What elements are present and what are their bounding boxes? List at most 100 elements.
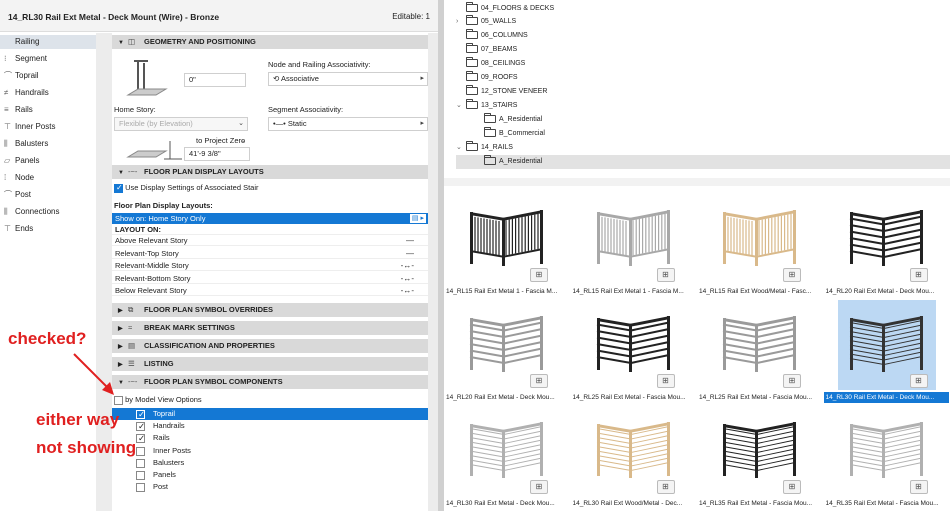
checkbox-icon[interactable] bbox=[114, 183, 123, 193]
checkbox-icon[interactable] bbox=[136, 408, 145, 420]
tile-label: 14_RL35 Rail Ext Metal - Fascia Mou... bbox=[825, 500, 939, 507]
tree-folder[interactable]: 06_COLUMNS bbox=[456, 29, 528, 43]
railing-preview: ⊞ bbox=[837, 300, 936, 390]
railing-object-tile[interactable]: ⊞ 14_RL15 Rail Ext Metal 1 - Fascia M... bbox=[571, 194, 696, 298]
object-type-icon: ⊞ bbox=[909, 268, 928, 282]
layout-row[interactable]: Below Relevant Story -↔- bbox=[112, 285, 428, 296]
layout-row[interactable]: Relevant-Top Story — bbox=[112, 248, 428, 259]
sidebar-item-post[interactable]: ⌒ Post bbox=[4, 188, 31, 202]
railing-object-tile[interactable]: ⊞ 14_RL30 Rail Ext Wood/Metal - Dec... bbox=[571, 406, 696, 510]
sidebar-item-handrails[interactable]: ≠ Handrails bbox=[4, 86, 49, 100]
railing-preview: ⊞ bbox=[458, 194, 556, 284]
home-story-dropdown[interactable]: Flexible (by Elevation) ⌄ bbox=[114, 117, 248, 131]
checkbox-icon[interactable] bbox=[136, 420, 145, 432]
tree-folder[interactable]: 08_CEILINGS bbox=[456, 57, 525, 71]
folder-icon bbox=[466, 141, 478, 152]
handrails-icon: ≠ bbox=[4, 88, 9, 97]
disclosure-arrow-icon[interactable]: ⌄ bbox=[456, 141, 466, 155]
disclosure-arrow-icon[interactable]: › bbox=[456, 15, 466, 29]
tree-folder[interactable]: ⌄ 14_RAILS bbox=[456, 141, 513, 155]
floor-plan-icon: -~- bbox=[128, 377, 138, 386]
section-symbol-overrides-header[interactable]: ▶ ⧉ FLOOR PLAN SYMBOL OVERRIDES bbox=[112, 303, 428, 317]
folder-icon bbox=[466, 43, 478, 54]
sidebar-item-toprail[interactable]: ⌒ Toprail bbox=[4, 69, 39, 83]
railing-object-tile[interactable]: ⊞ 14_RL35 Rail Ext Metal - Fascia Mou... bbox=[697, 406, 822, 510]
section-geometry-header[interactable]: ▼ ◫ GEOMETRY AND POSITIONING bbox=[112, 35, 428, 49]
show-on-dropdown[interactable]: Show on: Home Story Only ▤ ▸ bbox=[112, 213, 428, 224]
tree-folder[interactable]: 09_ROOFS bbox=[456, 71, 518, 85]
object-type-icon: ⊞ bbox=[530, 268, 548, 282]
railing-object-tile[interactable]: ⊞ 14_RL25 Rail Ext Metal - Fascia Mou... bbox=[571, 300, 696, 404]
sidebar-item-inner-posts[interactable]: ⊤ Inner Posts bbox=[4, 120, 55, 134]
segment-assoc-dropdown[interactable]: •—• Static ▸ bbox=[268, 117, 428, 131]
section-floor-plan-layouts-header[interactable]: ▼ -~- FLOOR PLAN DISPLAY LAYOUTS bbox=[112, 165, 428, 179]
tree-folder[interactable]: 07_BEAMS bbox=[456, 43, 517, 57]
elevation-input[interactable]: 41'-9 3/8" bbox=[184, 147, 250, 161]
tree-folder[interactable]: 04_FLOORS & DECKS bbox=[456, 2, 554, 16]
railing-preview: ⊞ bbox=[838, 406, 936, 496]
railing-object-tile[interactable]: ⊞ 14_RL15 Rail Ext Wood/Metal - Fasc... bbox=[697, 194, 822, 298]
sidebar-item-node[interactable]: ⁞ Node bbox=[4, 171, 34, 185]
layout-row[interactable]: Above Relevant Story — bbox=[112, 235, 428, 246]
layout-row[interactable]: Relevant-Middle Story -↔- bbox=[112, 260, 428, 271]
expand-arrow-icon: ▶ bbox=[118, 344, 123, 350]
section-break-mark-header[interactable]: ▶ ≈ BREAK MARK SETTINGS bbox=[112, 321, 428, 335]
sidebar-item-connections[interactable]: ⫼ Connections bbox=[4, 205, 59, 219]
railing-preview: ⊞ bbox=[711, 300, 809, 390]
railing-object-tile[interactable]: ⊞ 14_RL35 Rail Ext Metal - Fascia Mou... bbox=[824, 406, 949, 510]
section-listing-header[interactable]: ▶ ☰ LISTING bbox=[112, 357, 428, 371]
object-type-icon: ⊞ bbox=[783, 268, 801, 282]
tree-folder[interactable]: 12_STONE VENEER bbox=[456, 85, 547, 99]
section-symbol-components-header[interactable]: ▼ -~- FLOOR PLAN SYMBOL COMPONENTS bbox=[112, 375, 428, 389]
component-row-handrails[interactable]: Handrails bbox=[112, 420, 428, 432]
sidebar-item-railing[interactable]: Railing bbox=[0, 35, 96, 49]
balusters-icon: ⫼ bbox=[4, 139, 8, 148]
disclosure-arrow-icon[interactable]: ⌄ bbox=[456, 99, 466, 113]
railing-preview: ⊞ bbox=[585, 300, 683, 390]
railing-object-tile[interactable]: ⊞ 14_RL20 Rail Ext Metal - Deck Mou... bbox=[444, 300, 569, 404]
object-type-icon: ⊞ bbox=[656, 374, 675, 388]
checkbox-icon[interactable] bbox=[136, 458, 145, 468]
tree-folder[interactable]: ⌄ 13_STAIRS bbox=[456, 99, 517, 113]
object-type-icon: ⊞ bbox=[530, 480, 548, 494]
checkbox-icon[interactable] bbox=[136, 446, 145, 456]
layout-row[interactable]: Relevant-Bottom Story -↔- bbox=[112, 273, 428, 284]
by-model-view-checkbox[interactable]: by Model View Options bbox=[114, 395, 202, 405]
sidebar-item-balusters[interactable]: ⫼ Balusters bbox=[4, 137, 48, 151]
railing-object-tile[interactable]: ⊞ 14_RL25 Rail Ext Metal - Fascia Mou... bbox=[697, 300, 822, 404]
railing-object-tile[interactable]: ⊞ 14_RL20 Rail Ext Metal - Deck Mou... bbox=[824, 194, 949, 298]
railing-object-tile[interactable]: ⊞ 14_RL30 Rail Ext Metal - Deck Mou... bbox=[444, 406, 569, 510]
tile-label: 14_RL25 Rail Ext Metal - Fascia Mou... bbox=[699, 394, 813, 401]
section-classification-header[interactable]: ▶ ▤ CLASSIFICATION AND PROPERTIES bbox=[112, 339, 428, 353]
checkbox-icon[interactable] bbox=[136, 471, 145, 480]
railing-object-tile[interactable]: ⊞ 14_RL30 Rail Ext Metal - Deck Mou... bbox=[823, 300, 949, 404]
checkbox-icon[interactable] bbox=[136, 432, 145, 444]
railing-object-tile[interactable]: ⊞ 14_RL15 Rail Ext Metal 1 - Fascia M... bbox=[444, 194, 569, 298]
node-assoc-dropdown[interactable]: ⟲ Associative ▸ bbox=[268, 72, 428, 86]
tree-folder[interactable]: B_Commercial bbox=[474, 127, 545, 141]
scrollbar[interactable] bbox=[428, 33, 438, 511]
offset-input[interactable]: 0" bbox=[184, 73, 246, 87]
dropdown-arrow-icon: ▸ bbox=[420, 120, 424, 127]
component-row-toprail[interactable]: Toprail bbox=[112, 408, 428, 420]
sidebar-item-panels[interactable]: ▱ Panels bbox=[4, 154, 39, 168]
tree-separator[interactable] bbox=[444, 178, 950, 186]
line-style-icon: — bbox=[406, 236, 414, 245]
tree-folder[interactable]: A_Residential bbox=[456, 155, 950, 169]
component-row-rails[interactable]: Rails bbox=[112, 432, 428, 444]
checkbox-icon[interactable] bbox=[136, 483, 145, 493]
sidebar-item-rails[interactable]: ≡ Rails bbox=[4, 103, 33, 117]
component-row-panels[interactable]: Panels bbox=[112, 469, 428, 481]
railing-height-diagram-icon bbox=[126, 60, 168, 96]
sidebar-item-segment[interactable]: ⁝ Segment bbox=[4, 52, 47, 66]
use-display-settings-checkbox[interactable]: Use Display Settings of Associated Stair bbox=[114, 183, 259, 193]
tree-folder[interactable]: A_Residential bbox=[474, 113, 542, 127]
component-row-balusters[interactable]: Balusters bbox=[112, 457, 428, 469]
dropdown-arrow-icon[interactable]: ⌄ bbox=[240, 135, 246, 144]
component-row-post[interactable]: Post bbox=[112, 481, 428, 493]
component-row-inner-posts[interactable]: Inner Posts bbox=[112, 445, 428, 457]
sidebar-item-ends[interactable]: ⊤ Ends bbox=[4, 222, 33, 236]
object-type-icon: ⊞ bbox=[656, 480, 675, 494]
rails-icon: ≡ bbox=[4, 105, 9, 114]
tree-folder[interactable]: › 05_WALLS bbox=[456, 15, 516, 29]
